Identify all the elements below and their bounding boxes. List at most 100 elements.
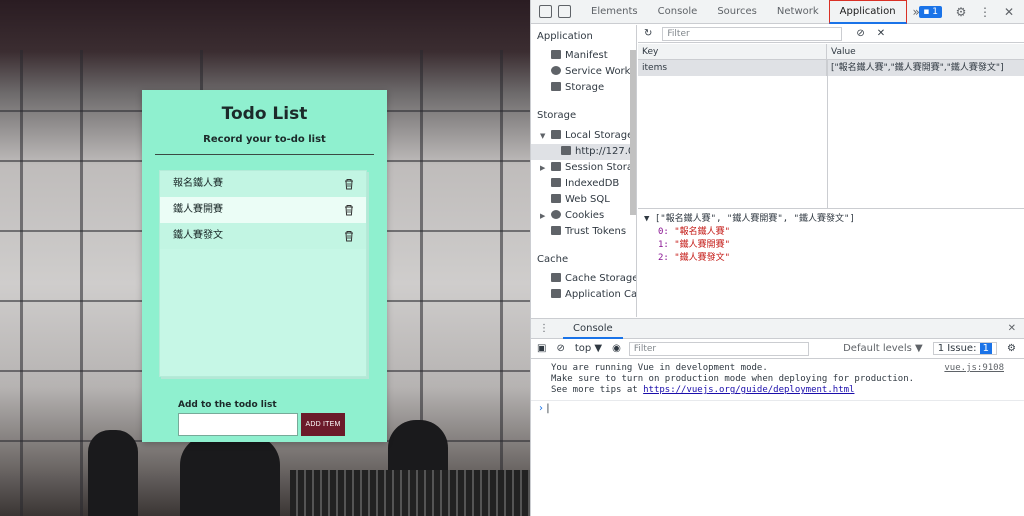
sidebar-item-web-sql[interactable]: Web SQL	[531, 192, 636, 208]
expanded-triangle-icon: ▼	[540, 132, 546, 140]
application-heading: Application	[537, 31, 593, 42]
database-icon	[551, 178, 561, 187]
sidebar-item-cookies[interactable]: ▶ Cookies	[531, 208, 636, 224]
tab-console[interactable]: Console	[648, 0, 708, 24]
delete-selected-icon[interactable]: ✕	[877, 28, 885, 39]
database-icon	[551, 82, 561, 91]
clear-all-icon[interactable]: ⊘	[856, 28, 864, 39]
trash-icon[interactable]	[344, 178, 354, 190]
sidebar-item-storage[interactable]: Storage	[531, 80, 636, 96]
console-settings-icon[interactable]: ⚙	[1007, 343, 1016, 354]
grid-icon	[551, 289, 561, 298]
storage-table: Key Value items ["報名鐵人賽","鐵人賽開賽","鐵人賽發文"…	[638, 44, 1024, 209]
log-levels-select[interactable]: Default levels ▼	[843, 343, 923, 354]
storage-filter-input[interactable]: Filter	[662, 26, 843, 41]
more-options-icon[interactable]: ⋮	[976, 5, 994, 19]
tab-elements[interactable]: Elements	[581, 0, 648, 24]
document-icon	[551, 50, 561, 59]
list-item-label: 鐵人賽發文	[173, 230, 223, 241]
application-sidebar: Application Manifest Service Workers Sto…	[531, 25, 637, 317]
console-drawer: ⋮ Console ✕ ▣ ⊘ top ▼ ◉ Filter Default l…	[531, 318, 1024, 516]
inspect-element-icon[interactable]	[539, 5, 552, 18]
issues-button[interactable]: 1 Issue: 1	[932, 342, 998, 355]
value-preview: ▼ ["報名鐵人賽", "鐵人賽開賽", "鐵人賽發文"] 0: "報名鐵人賽"…	[644, 213, 855, 265]
context-select[interactable]: top ▼	[575, 343, 602, 354]
tab-application[interactable]: Application	[828, 0, 907, 24]
sidebar-item-service-workers[interactable]: Service Workers	[531, 64, 636, 80]
tab-network[interactable]: Network	[767, 0, 829, 24]
sidebar-item-manifest[interactable]: Manifest	[531, 48, 636, 64]
clear-console-icon[interactable]: ⊘	[556, 343, 564, 354]
message-source-link[interactable]: vue.js:9108	[944, 363, 1004, 374]
gear-icon	[551, 66, 561, 75]
sidebar-scrollbar[interactable]	[630, 50, 636, 215]
table-header: Key Value	[638, 44, 1024, 60]
sidebar-toggle-icon[interactable]: ▣	[537, 343, 546, 354]
sidebar-item-application-cache[interactable]: Application Cache	[531, 287, 636, 303]
grid-icon	[551, 162, 561, 171]
trash-icon[interactable]	[344, 230, 354, 242]
list-item-label: 報名鐵人賽	[173, 178, 223, 189]
row-key: items	[638, 60, 827, 76]
database-icon	[551, 194, 561, 203]
console-prompt[interactable]: › |	[531, 401, 1024, 416]
column-divider	[827, 60, 828, 208]
close-icon[interactable]: ✕	[1000, 5, 1018, 19]
list-item[interactable]: 鐵人賽發文	[160, 223, 366, 249]
web-page: Todo List Record your to-do list 報名鐵人賽 鐵…	[0, 0, 530, 516]
todo-input[interactable]	[178, 413, 298, 436]
gear-icon[interactable]: ⚙	[952, 5, 970, 19]
storage-heading: Storage	[537, 110, 577, 121]
device-toolbar-icon[interactable]	[558, 5, 571, 18]
preview-item: 2: "鐵人賽發文"	[658, 253, 731, 263]
trash-icon[interactable]	[344, 204, 354, 216]
collapsed-triangle-icon: ▶	[540, 164, 546, 172]
cookie-icon	[551, 210, 561, 219]
sidebar-item-local-storage[interactable]: ▼ Local Storage	[531, 128, 636, 144]
todo-card: Todo List Record your to-do list 報名鐵人賽 鐵…	[142, 90, 387, 442]
column-key[interactable]: Key	[638, 44, 827, 59]
collapsed-triangle-icon: ▶	[540, 212, 546, 220]
page-title: Todo List	[221, 104, 308, 124]
sidebar-item-local-origin[interactable]: http://127.0.0.1	[531, 144, 636, 160]
drawer-tab-console[interactable]: Console	[563, 319, 623, 339]
deployment-link[interactable]: https://vuejs.org/guide/deployment.html	[643, 385, 854, 395]
column-value[interactable]: Value	[827, 44, 1024, 59]
sidebar-item-session-storage[interactable]: ▶Session Storage	[531, 160, 636, 176]
console-toolbar: ▣ ⊘ top ▼ ◉ Filter Default levels ▼ 1 Is…	[531, 339, 1024, 359]
cache-heading: Cache	[537, 254, 569, 265]
console-filter-input[interactable]: Filter	[628, 341, 809, 356]
preview-item: 1: "鐵人賽開賽"	[658, 240, 731, 250]
sidebar-item-indexeddb[interactable]: IndexedDB	[531, 176, 636, 192]
add-todo-label: Add to the todo list	[178, 400, 277, 410]
console-message: You are running Vue in development mode.…	[531, 359, 1024, 401]
refresh-icon[interactable]: ↻	[644, 28, 652, 39]
list-item[interactable]: 報名鐵人賽	[160, 171, 366, 197]
grid-icon	[561, 146, 571, 155]
drawer-tabbar: ⋮ Console ✕	[531, 319, 1024, 339]
todo-list: 報名鐵人賽 鐵人賽開賽 鐵人賽發文	[159, 170, 367, 377]
close-drawer-icon[interactable]: ✕	[1008, 323, 1024, 334]
grid-icon	[551, 130, 561, 139]
drawer-menu-icon[interactable]: ⋮	[531, 323, 549, 334]
sidebar-item-cache-storage[interactable]: Cache Storage	[531, 271, 636, 287]
sidebar-item-trust-tokens[interactable]: Trust Tokens	[531, 224, 636, 240]
preview-header[interactable]: ▼ ["報名鐵人賽", "鐵人賽開賽", "鐵人賽發文"]	[644, 213, 855, 226]
table-row[interactable]: items ["報名鐵人賽","鐵人賽開賽","鐵人賽發文"]	[638, 60, 1024, 76]
add-item-button[interactable]: ADD ITEM	[301, 413, 345, 436]
storage-toolbar: ↻ Filter ⊘ ✕	[638, 25, 1024, 43]
row-value: ["報名鐵人賽","鐵人賽開賽","鐵人賽發文"]	[831, 63, 1004, 73]
preview-item: 0: "報名鐵人賽"	[658, 227, 731, 237]
devtools-panel: Elements Console Sources Network Applica…	[530, 0, 1024, 516]
devtools-tabbar: Elements Console Sources Network Applica…	[531, 0, 1024, 24]
list-item[interactable]: 鐵人賽開賽	[160, 197, 366, 223]
divider	[155, 154, 374, 155]
local-storage-panel: ↻ Filter ⊘ ✕ Key Value items ["報名鐵人賽","鐵…	[638, 25, 1024, 317]
page-subtitle: Record your to-do list	[203, 134, 326, 145]
list-item-label: 鐵人賽開賽	[173, 204, 223, 215]
database-icon	[551, 273, 561, 282]
database-icon	[551, 226, 561, 235]
tab-sources[interactable]: Sources	[707, 0, 767, 24]
eye-icon[interactable]: ◉	[612, 343, 621, 354]
issues-badge[interactable]: ▪ 1	[919, 6, 942, 18]
